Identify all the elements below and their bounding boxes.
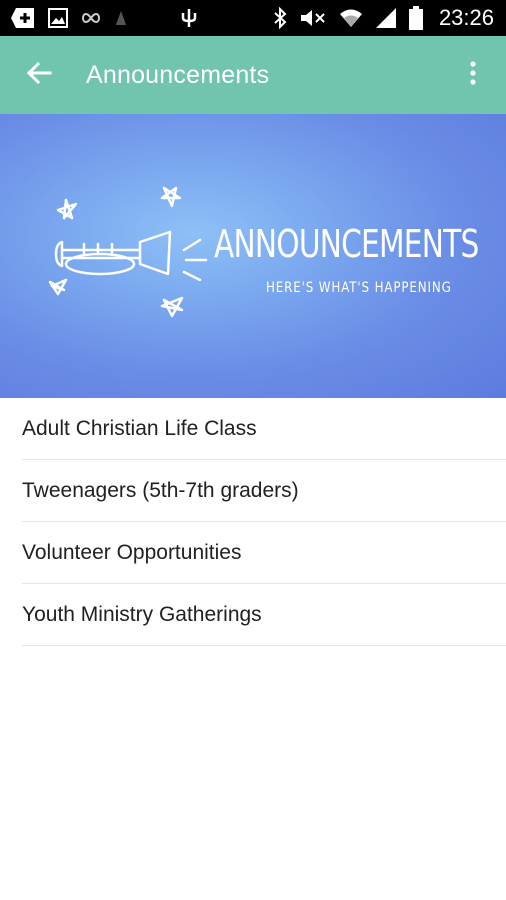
mute-icon — [299, 0, 327, 36]
banner-heading: ANNOUNCEMENTS — [214, 222, 479, 266]
arrow-back-icon — [26, 61, 52, 90]
list-item-volunteer-opportunities[interactable]: Volunteer Opportunities — [22, 522, 506, 584]
announcements-list: Adult Christian Life Class Tweenagers (5… — [0, 398, 506, 646]
trumpet-icon — [54, 230, 172, 276]
list-item-label: Youth Ministry Gatherings — [22, 602, 262, 626]
overflow-menu-button[interactable] — [440, 36, 506, 114]
notification-icon — [114, 0, 128, 36]
infinity-icon — [80, 0, 102, 36]
list-item-adult-christian-life-class[interactable]: Adult Christian Life Class — [22, 398, 506, 460]
star-icon — [160, 186, 182, 208]
star-icon — [56, 198, 78, 220]
more-vert-icon — [469, 60, 477, 90]
status-time: 23:26 — [438, 5, 494, 30]
page-title: Announcements — [86, 60, 270, 89]
status-bar-left — [10, 0, 198, 36]
app-bar: Announcements — [0, 36, 506, 114]
status-bar-right: 23:26 — [273, 0, 494, 36]
list-item-label: Tweenagers (5th-7th graders) — [22, 478, 299, 502]
back-button[interactable] — [0, 36, 78, 114]
add-box-icon — [10, 0, 36, 36]
signal-icon — [375, 0, 397, 36]
image-icon — [48, 0, 68, 36]
battery-icon — [408, 0, 423, 36]
announcements-banner: ANNOUNCEMENTS HERE'S WHAT'S HAPPENING — [0, 114, 506, 398]
list-item-label: Adult Christian Life Class — [22, 416, 257, 440]
list-item-tweenagers[interactable]: Tweenagers (5th-7th graders) — [22, 460, 506, 522]
usb-icon — [180, 0, 198, 36]
star-icon — [160, 296, 184, 318]
list-item-youth-ministry-gatherings[interactable]: Youth Ministry Gatherings — [22, 584, 506, 646]
star-icon — [48, 278, 68, 296]
list-item-label: Volunteer Opportunities — [22, 540, 242, 564]
status-bar: 23:26 — [0, 0, 506, 36]
bluetooth-icon — [273, 0, 287, 36]
banner-subheading: HERE'S WHAT'S HAPPENING — [266, 280, 452, 296]
wifi-icon — [339, 0, 363, 36]
